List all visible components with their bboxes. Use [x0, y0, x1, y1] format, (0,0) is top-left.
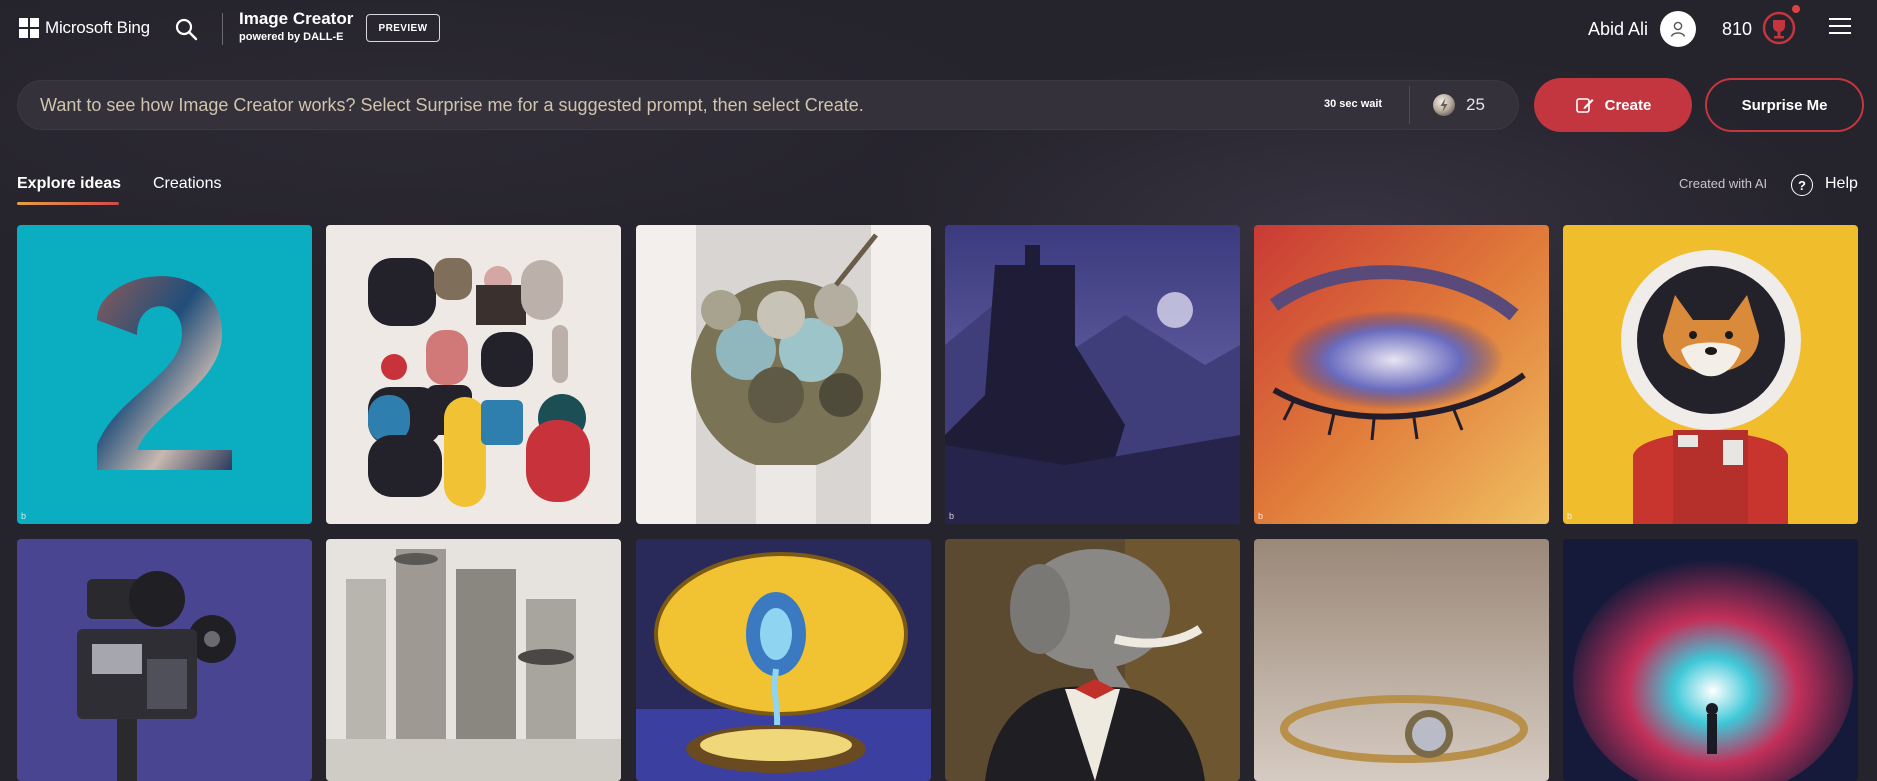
gallery-tile-9[interactable]: [636, 539, 931, 781]
gallery-image-eye-makeup: [1254, 225, 1549, 524]
prompt-divider: [1409, 86, 1410, 124]
help-link[interactable]: Help: [1825, 175, 1858, 193]
app-title: Image Creator: [239, 9, 354, 28]
gallery-tile-7[interactable]: [17, 539, 312, 781]
create-pencil-icon: [1575, 98, 1594, 113]
gallery-image-abstract-shapes: [326, 225, 621, 524]
search-icon[interactable]: [173, 16, 199, 42]
hamburger-menu-icon[interactable]: [1829, 18, 1851, 36]
preview-badge: PREVIEW: [366, 14, 440, 42]
gallery-tile-8[interactable]: [326, 539, 621, 781]
gallery-image-elephant-tuxedo: [945, 539, 1240, 781]
gallery-image-nebula-figure: [1563, 539, 1858, 781]
gallery-tile-3[interactable]: [636, 225, 931, 524]
app-title-block[interactable]: Image Creator powered by DALL-E: [239, 9, 353, 44]
gallery-image-number-two: [17, 225, 312, 524]
gallery-tile-5[interactable]: b: [1254, 225, 1549, 524]
gallery-image-shiba-astronaut: [1563, 225, 1858, 524]
header-divider: [222, 13, 223, 45]
help-icon[interactable]: ?: [1791, 174, 1813, 196]
user-avatar-icon[interactable]: [1660, 11, 1696, 47]
gallery-image-succulent-bouquet: [636, 225, 931, 524]
gallery-image-foggy-city: [326, 539, 621, 781]
rewards-trophy-icon[interactable]: [1761, 10, 1797, 46]
active-tab-indicator: [17, 202, 119, 205]
tab-explore-ideas[interactable]: Explore ideas: [17, 175, 121, 193]
app-subtitle: powered by DALL-E: [239, 31, 344, 43]
gallery-tile-6[interactable]: b: [1563, 225, 1858, 524]
create-button-label: Create: [1604, 96, 1652, 114]
tab-creations[interactable]: Creations: [153, 175, 221, 193]
gallery-tile-4[interactable]: b: [945, 225, 1240, 524]
gallery-tile-10[interactable]: [945, 539, 1240, 781]
boost-count: 25: [1466, 95, 1485, 114]
user-name[interactable]: Abid Ali: [1588, 19, 1648, 40]
top-header: Microsoft Bing Image Creator powered by …: [0, 0, 1877, 58]
notification-dot: [1792, 5, 1800, 13]
gallery-image-film-projector: [17, 539, 312, 781]
boost-coin-icon[interactable]: [1431, 92, 1457, 118]
wait-time-label: 30 sec wait: [1324, 98, 1383, 110]
surprise-me-button[interactable]: Surprise Me: [1705, 78, 1864, 132]
gallery-image-dark-castle: [945, 225, 1240, 524]
prompt-input[interactable]: [40, 80, 1100, 130]
gallery-tile-1[interactable]: b: [17, 225, 312, 524]
brand-name: Microsoft Bing: [45, 18, 150, 37]
rewards-points[interactable]: 810: [1722, 19, 1752, 40]
prompt-bar: 30 sec wait 25: [17, 80, 1519, 130]
bing-mark: b: [949, 511, 955, 521]
created-with-ai-link[interactable]: Created with AI: [1679, 176, 1767, 191]
bing-mark: b: [21, 511, 27, 521]
gallery-tile-11[interactable]: [1254, 539, 1549, 781]
gallery-tile-2[interactable]: [326, 225, 621, 524]
gallery-image-gold-ring: [1254, 539, 1549, 781]
gallery-tile-12[interactable]: [1563, 539, 1858, 781]
bing-mark: b: [1258, 511, 1264, 521]
windows-logo-icon: [19, 18, 39, 38]
bing-mark: b: [1567, 511, 1573, 521]
gallery-image-surreal-lemon: [636, 539, 931, 781]
bing-logo-link[interactable]: Microsoft Bing: [19, 18, 150, 38]
create-button[interactable]: Create: [1534, 78, 1692, 132]
